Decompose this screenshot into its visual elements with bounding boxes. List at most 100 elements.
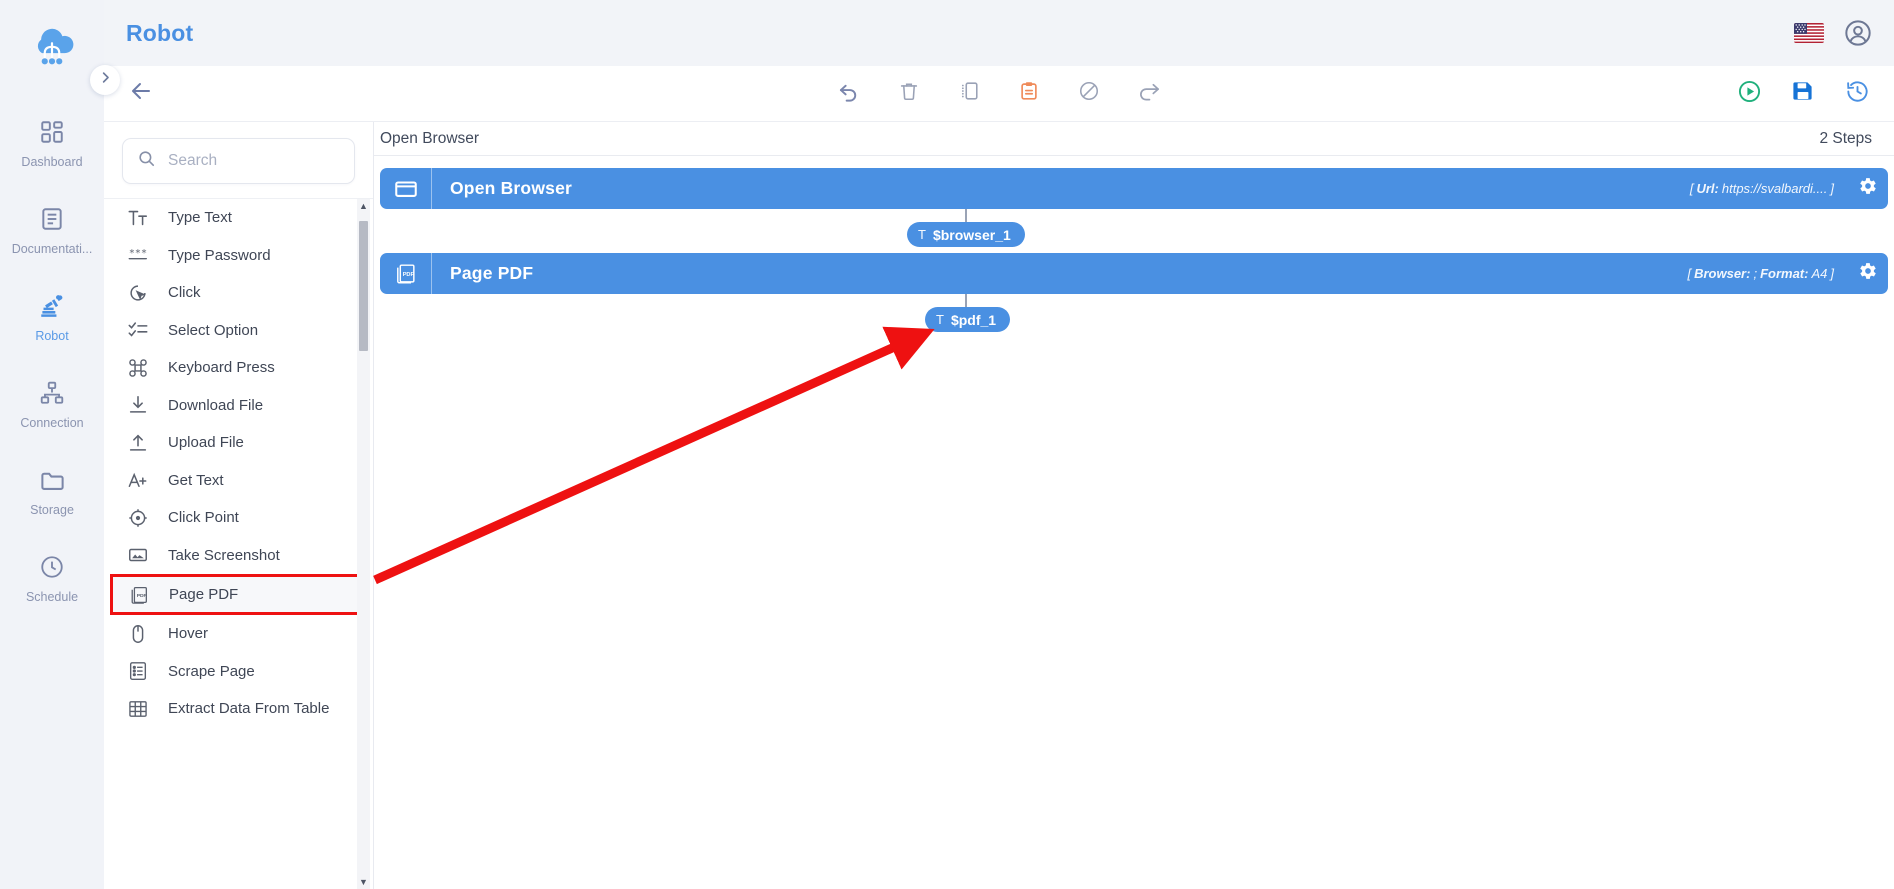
step-count-label: 2 Steps [1819,129,1872,147]
search-container [104,138,373,198]
palette-scrollbar[interactable]: ▲ ▼ [357,199,370,889]
gear-settings-icon [1857,260,1879,287]
step-card-open-browser[interactable]: Open Browser [ Url: https://svalbardi...… [380,168,1888,209]
redo-button[interactable] [1136,81,1162,107]
user-avatar-icon[interactable] [1844,19,1872,47]
step-settings-button[interactable] [1848,260,1888,287]
action-item-click-point[interactable]: Click Point [104,499,373,537]
copy-button[interactable] [956,81,982,107]
action-label: Select Option [168,321,259,339]
clock-icon [38,553,66,581]
svg-text:PDF: PDF [403,272,415,278]
sidebar-nav: Dashboard Documentati... Robot Connectio… [0,104,104,626]
step-title: Page PDF [450,263,534,283]
action-item-click[interactable]: Click [104,274,373,312]
checklist-icon [126,318,150,342]
variable-type-prefix: T [918,227,926,242]
page-title: Robot [126,19,194,46]
action-item-type-password[interactable]: *** Type Password [104,237,373,275]
variable-chip-pdf[interactable]: T $pdf_1 [925,307,1011,332]
download-icon [126,393,150,417]
scrollbar-thumb[interactable] [359,221,368,351]
pdf-pages-icon: PDF [380,253,432,294]
param-value-format: A4 [1811,266,1828,281]
step-settings-button[interactable] [1848,175,1888,202]
dashboard-grid-icon [38,118,66,146]
action-item-download-file[interactable]: Download File [104,387,373,425]
variable-name: $browser_1 [932,226,1011,243]
sidebar-item-label: Schedule [25,590,79,604]
search-input[interactable] [168,152,340,170]
canvas-header: Open Browser 2 Steps [374,122,1894,156]
action-label: Click Point [168,509,239,527]
search-box[interactable] [122,138,355,184]
robot-arm-icon [38,292,66,320]
action-item-select-option[interactable]: Select Option [104,312,373,350]
app-header: Robot [104,0,1894,66]
scrape-list-icon [126,659,150,683]
step-connector-2: T $pdf_1 [380,294,1888,338]
cloud-robot-logo[interactable] [21,14,83,76]
editor-toolbar [104,66,1894,122]
sidebar-item-robot[interactable]: Robot [0,278,104,353]
gear-settings-icon [1857,175,1879,202]
action-label: Upload File [168,434,244,452]
chevron-right-icon [98,70,113,90]
sidebar-item-dashboard[interactable]: Dashboard [0,104,104,179]
flow-canvas: Open Browser 2 Steps Open Browser [Url:… [374,122,1894,889]
redo-arrow-icon [1138,80,1161,108]
action-item-type-text[interactable]: Type Text [104,199,373,237]
back-button[interactable] [122,75,160,113]
mouse-icon [126,622,150,646]
action-item-extract-data-from-table[interactable]: Extract Data From Table [104,690,373,728]
us-flag-icon[interactable] [1794,23,1824,43]
variable-type-prefix: T [936,312,944,327]
password-asterisk-icon: *** [126,243,150,267]
browser-window-icon [380,168,432,209]
action-palette: Type Text *** Type Password [104,122,374,889]
scroll-up-arrow-icon[interactable]: ▲ [359,199,368,213]
step-card-page-pdf[interactable]: PDF Page PDF [ Browser: ; Format: A4 ] [380,253,1888,294]
sidebar-item-schedule[interactable]: Schedule [0,539,104,614]
action-item-scrape-page[interactable]: Scrape Page [104,653,373,691]
action-item-upload-file[interactable]: Upload File [104,424,373,462]
arrow-left-icon [129,79,153,108]
play-circle-icon [1737,79,1762,109]
undo-button[interactable] [836,81,862,107]
variable-chip-browser[interactable]: T $browser_1 [907,222,1025,247]
disable-button[interactable] [1076,81,1102,107]
undo-arrow-icon [838,80,861,108]
sidebar-item-connection[interactable]: Connection [0,365,104,440]
action-item-hover[interactable]: Hover [104,615,373,653]
scrollbar-track[interactable] [357,213,370,875]
action-label: Take Screenshot [168,546,280,564]
action-item-get-text[interactable]: Get Text [104,462,373,500]
save-disk-icon [1791,79,1815,108]
sidebar-item-storage[interactable]: Storage [0,452,104,527]
sidebar-item-label: Dashboard [21,155,83,169]
main-region: Robot Search Type Text *** Type Password… [104,0,1894,889]
delete-button[interactable] [896,81,922,107]
action-label: Type Password [168,246,271,264]
workspace-body: Type Text *** Type Password [104,122,1894,889]
table-grid-icon [126,697,150,721]
type-text-icon [126,206,150,230]
sidebar-collapse-toggle[interactable] [90,65,120,95]
action-item-keyboard-press[interactable]: Keyboard Press [104,349,373,387]
svg-text:PDF: PDF [137,593,147,599]
upload-icon [126,431,150,455]
command-key-icon [126,356,150,380]
scroll-down-arrow-icon[interactable]: ▼ [359,875,368,889]
sidebar-item-label: Connection [20,416,84,430]
run-button[interactable] [1736,79,1762,109]
param-value-browser: ; [1753,266,1758,281]
step-title: Open Browser [450,178,573,198]
action-label: Download File [168,396,264,414]
toolbar-right-group [1736,79,1870,109]
paste-button[interactable] [1016,81,1042,107]
action-item-take-screenshot[interactable]: Take Screenshot [104,537,373,575]
sidebar-item-documentation[interactable]: Documentati... [0,191,104,266]
action-item-page-pdf[interactable]: PDF Page PDF [110,574,369,615]
history-button[interactable] [1844,80,1870,107]
save-button[interactable] [1790,81,1816,107]
